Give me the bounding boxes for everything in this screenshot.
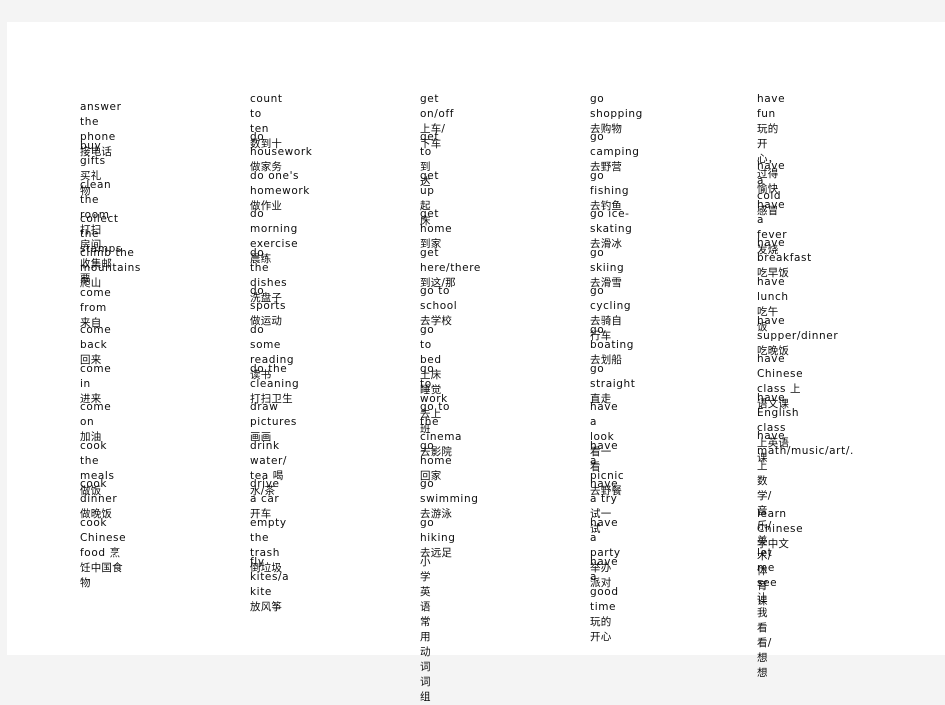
vocab-english: count to ten	[250, 93, 287, 135]
vocab-english: buy gifts	[80, 140, 110, 167]
vocab-english: go home	[420, 440, 457, 467]
vocab-english: go fishing	[590, 170, 634, 197]
vocab-english: get on/off	[420, 93, 462, 120]
vocab-english: go skiing	[590, 247, 629, 274]
top-gray-band	[0, 0, 945, 22]
vocab-english: answer the phone	[80, 101, 126, 143]
vocab-entry: have math/music/art/.	[757, 429, 854, 459]
vocab-english: come in	[80, 363, 116, 390]
vocab-english: have supper/dinner	[757, 315, 843, 342]
vocab-english: get home	[420, 208, 461, 235]
left-gray-gutter	[0, 22, 7, 655]
vocab-english: learn Chinese	[757, 508, 808, 535]
vocab-english: go swimming	[420, 478, 487, 505]
vocab-english: do some reading	[250, 324, 302, 366]
vocab-english: climb the mountains	[80, 247, 145, 274]
vocab-english: go ice-skating	[590, 208, 637, 235]
vocab-english: let me see	[757, 547, 782, 589]
sheet-heading: 小学英语常用动词词组	[420, 556, 431, 703]
vocab-english: have math/music/art/.	[757, 430, 854, 457]
vocab-english: go boating	[590, 324, 642, 351]
vocab-entry: cook Chinese food 烹饪中国食物	[80, 516, 126, 591]
vocab-entry: have a good time 玩的开心	[590, 555, 619, 645]
vocab-english: have fun	[757, 93, 790, 120]
vocab-english: have English class	[757, 392, 804, 434]
vocab-english: fly kites/a kite	[250, 556, 294, 598]
vocab-english: empty the trash	[250, 517, 291, 559]
vocab-english: go to work	[420, 363, 452, 405]
vocab-english: drink water/ tea	[250, 440, 292, 482]
vocab-english: have lunch	[757, 276, 793, 303]
vocab-english: have a try	[590, 478, 623, 505]
document-page: answer the phone 接电话 buy gifts 买礼物 clean t…	[7, 22, 945, 703]
vocab-english: go shopping	[590, 93, 647, 120]
vocab-english: have a cold	[757, 160, 790, 202]
vocab-english: cook dinner	[80, 478, 134, 505]
vocab-english: do one's homework	[250, 170, 314, 197]
vocab-english: do housework	[250, 131, 321, 158]
vocab-english: cook Chinese food	[80, 517, 131, 559]
vocab-english: go straight	[590, 363, 640, 390]
vocab-english: get up	[420, 170, 447, 197]
vocab-english: get here/there	[420, 247, 493, 274]
vocab-english: have breakfast	[757, 237, 816, 264]
vocab-english: go to bed	[420, 324, 446, 366]
vocab-english: do sports	[250, 285, 294, 312]
vocab-english: have a good time	[590, 556, 623, 613]
vocab-english: have a party	[590, 517, 625, 559]
vocab-english: come from	[80, 287, 116, 314]
vocab-entry: fly kites/a kite 放风筝	[250, 555, 289, 615]
vocab-entry: let me see 让我看看/想想	[757, 546, 777, 681]
page-viewport: answer the phone 接电话 buy gifts 买礼物 clean t…	[0, 0, 945, 703]
vocab-english: have a look	[590, 401, 623, 443]
vocab-english: drive a car	[250, 478, 296, 505]
vocab-english: come back	[80, 324, 120, 351]
vocab-chinese: 让我看看/想想	[757, 592, 772, 679]
vocabulary-columns: answer the phone 接电话 buy gifts 买礼物 clean t…	[7, 22, 945, 703]
vocab-english: have a picnic	[590, 440, 629, 482]
vocab-english: go to the cinema	[420, 401, 470, 443]
vocab-english: do the cleaning	[250, 363, 304, 390]
vocab-chinese: 放风筝	[250, 601, 283, 613]
vocab-english: come on	[80, 401, 116, 428]
vocab-english: do morning exercise	[250, 208, 303, 250]
vocab-english: go cycling	[590, 285, 636, 312]
vocab-english: have a fever	[757, 199, 792, 241]
vocab-chinese: 玩的开心	[590, 616, 612, 643]
vocab-english: go camping	[590, 131, 644, 158]
vocab-english: cook the meals	[80, 440, 119, 482]
vocab-english: draw pictures	[250, 401, 305, 428]
vocab-entry: climb the mountains 爬山	[80, 246, 141, 291]
